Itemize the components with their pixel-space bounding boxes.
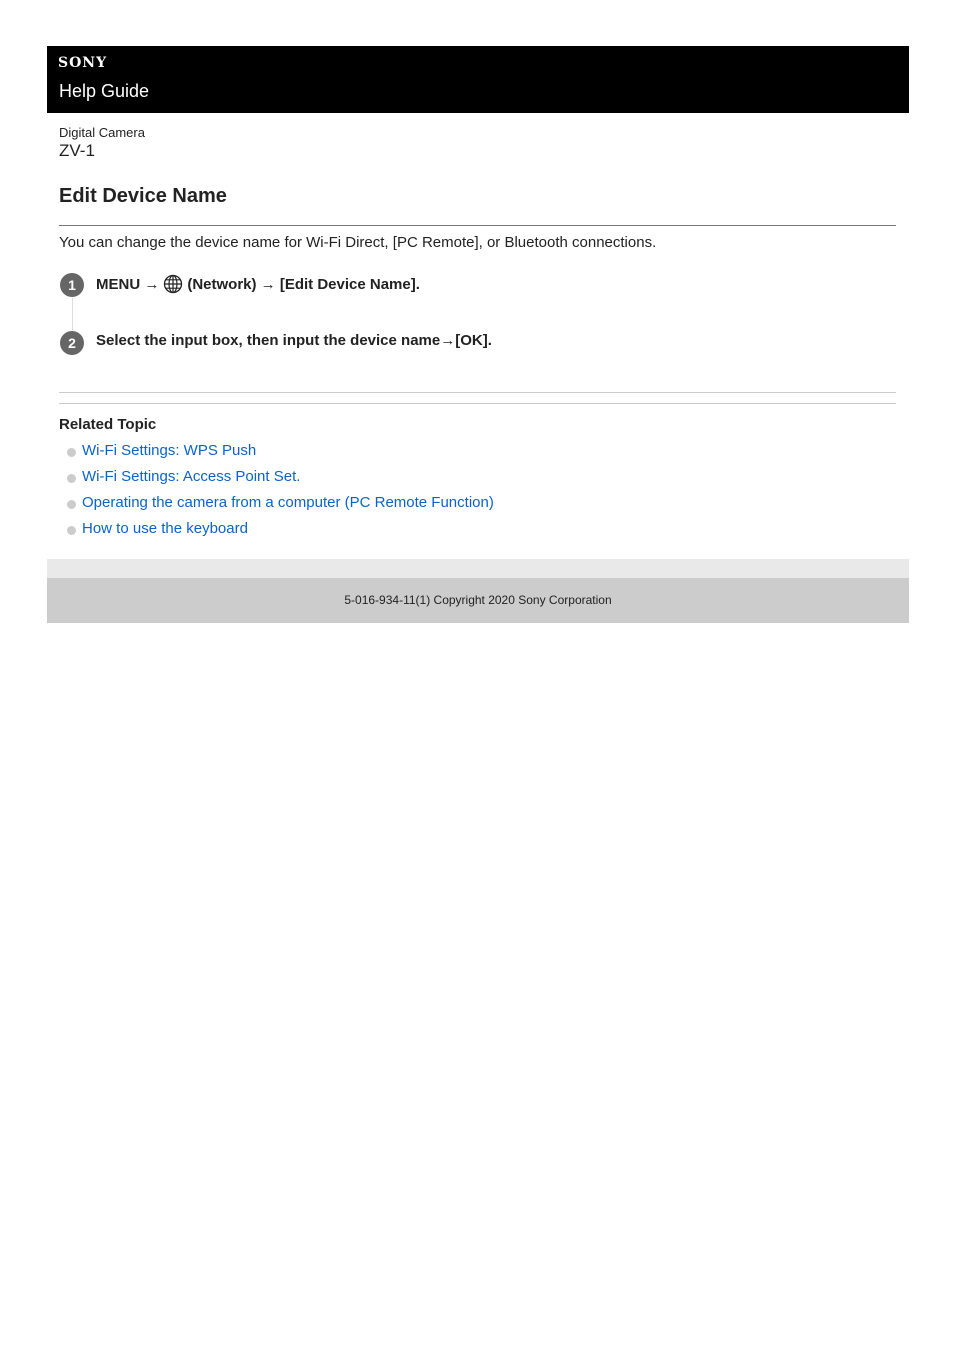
bullet-icon: [67, 526, 76, 535]
related-link-access-point-set[interactable]: Wi-Fi Settings: Access Point Set.: [82, 468, 300, 485]
step-text: MENU → (Network) → [Edit Device Name].: [96, 274, 420, 294]
related-link-keyboard[interactable]: How to use the keyboard: [82, 520, 248, 537]
related-topic-heading: Related Topic: [59, 416, 157, 433]
step-number-badge: 2: [60, 331, 84, 355]
bullet-icon: [67, 474, 76, 483]
step-text-before-icon: MENU →: [96, 276, 160, 293]
copyright-text: 5-016-934-11(1) Copyright 2020 Sony Corp…: [344, 593, 612, 607]
step-text-after-icon: (Network) → [Edit Device Name].: [187, 276, 420, 293]
related-topic-item: Wi-Fi Settings: Access Point Set.: [67, 466, 494, 492]
section-divider: [59, 392, 896, 393]
product-type: Digital Camera: [59, 125, 145, 140]
product-model: ZV-1: [59, 141, 95, 160]
section-divider: [59, 403, 896, 404]
network-globe-icon: [163, 274, 183, 294]
sony-logo: SONY: [58, 55, 108, 71]
header-bar: SONY Help Guide: [47, 46, 909, 113]
step-text: Select the input box, then input the dev…: [96, 332, 492, 349]
bullet-icon: [67, 448, 76, 457]
related-topic-item: How to use the keyboard: [67, 518, 494, 544]
help-guide-title: Help Guide: [59, 81, 150, 101]
bullet-icon: [67, 500, 76, 509]
footer: 5-016-934-11(1) Copyright 2020 Sony Corp…: [47, 578, 909, 623]
related-link-wps-push[interactable]: Wi-Fi Settings: WPS Push: [82, 442, 256, 459]
step-connector-line: [72, 298, 73, 330]
related-topic-item: Operating the camera from a computer (PC…: [67, 492, 494, 518]
title-divider: [59, 225, 896, 226]
page-title: Edit Device Name: [59, 185, 227, 207]
related-topic-item: Wi-Fi Settings: WPS Push: [67, 440, 494, 466]
footer-spacer: [47, 559, 909, 578]
related-topic-list: Wi-Fi Settings: WPS Push Wi-Fi Settings:…: [67, 440, 494, 544]
step-number-badge: 1: [60, 273, 84, 297]
related-link-pc-remote[interactable]: Operating the camera from a computer (PC…: [82, 494, 494, 511]
intro-text: You can change the device name for Wi-Fi…: [59, 234, 657, 251]
help-page: SONY Help Guide Digital Camera ZV-1 Edit…: [47, 46, 909, 623]
